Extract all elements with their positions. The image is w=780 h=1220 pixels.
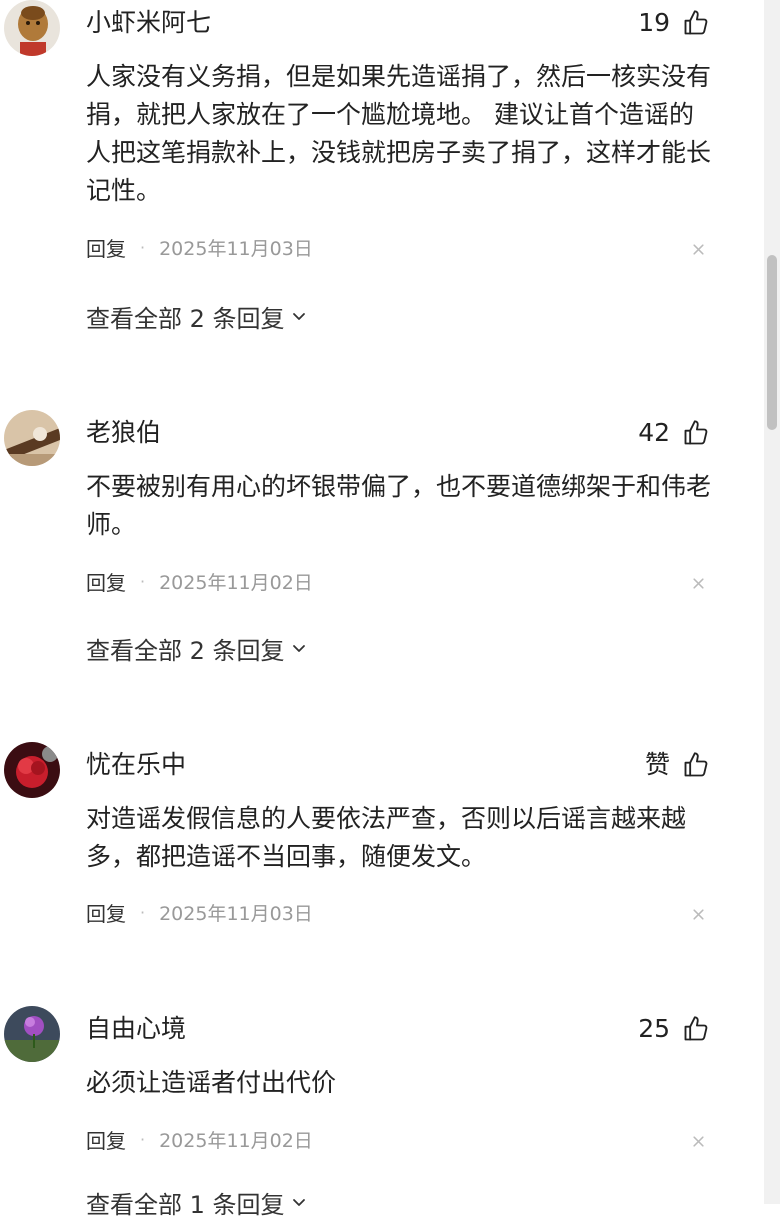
comment-meta: 回复 · 2025年11月03日 <box>86 897 313 927</box>
separator-dot: · <box>140 902 146 922</box>
comment-date: 2025年11月02日 <box>159 1129 313 1152</box>
like-button[interactable]: 赞 <box>645 748 710 782</box>
chevron-down-icon <box>292 645 305 652</box>
close-icon[interactable] <box>688 234 708 264</box>
comment-meta: 回复 · 2025年11月02日 <box>86 1124 313 1154</box>
like-label: 赞 <box>644 750 670 779</box>
like-count: 25 <box>638 1014 670 1043</box>
username[interactable]: 小虾米阿七 <box>86 6 211 40</box>
close-icon[interactable] <box>688 1126 708 1156</box>
close-icon[interactable] <box>688 899 708 929</box>
comment-date: 2025年11月03日 <box>159 237 313 260</box>
comment-text: 不要被别有用心的坏银带偏了，也不要道德绑架于和伟老师。 <box>86 472 712 539</box>
thumbs-up-icon[interactable] <box>682 9 710 37</box>
view-all-replies-button[interactable]: 查看全部 1 条回复 <box>86 1186 309 1219</box>
reply-button[interactable]: 回复 <box>86 1125 126 1154</box>
separator-dot: · <box>140 571 146 591</box>
thumbs-up-icon[interactable] <box>682 419 710 447</box>
username[interactable]: 忧在乐中 <box>86 748 186 782</box>
thumbs-up-icon[interactable] <box>682 1015 710 1043</box>
username[interactable]: 老狼伯 <box>86 416 161 450</box>
purple-flower-avatar[interactable] <box>4 1006 60 1062</box>
comment-text: 人家没有义务捐，但是如果先造谣捐了，然后一核实没有捐，就把人家放在了一个尴尬境地… <box>86 62 712 205</box>
view-all-replies-button[interactable]: 查看全部 2 条回复 <box>86 300 309 333</box>
like-count: 42 <box>638 418 670 447</box>
comment-text: 必须让造谣者付出代价 <box>86 1068 337 1097</box>
comment-meta: 回复 · 2025年11月02日 <box>86 566 313 596</box>
like-button[interactable]: 42 <box>638 416 710 450</box>
like-button[interactable]: 19 <box>638 6 710 40</box>
comment-item: 小虾米阿七 19 人家没有义务捐，但是如果先造谣捐了，然后一核实没有捐，就把人家… <box>0 0 760 345</box>
comment-text: 对造谣发假信息的人要依法严查，否则以后谣言越来越多，都把造谣不当回事，随便发文。 <box>86 804 687 871</box>
view-replies-label: 查看全部 2 条回复 <box>86 304 285 333</box>
comment-item: 自由心境 25 必须让造谣者付出代价 回复 · 2025年11月02日 查看全部… <box>0 1006 760 1219</box>
thumbs-up-icon[interactable] <box>682 751 710 779</box>
view-all-replies-button[interactable]: 查看全部 2 条回复 <box>86 632 309 665</box>
scrollbar-track[interactable] <box>764 0 780 1204</box>
comment-item: 老狼伯 42 不要被别有用心的坏银带偏了，也不要道德绑架于和伟老师。 回复 · … <box>0 410 760 680</box>
like-count: 19 <box>638 8 670 37</box>
hat-photo-avatar[interactable] <box>4 410 60 466</box>
chevron-down-icon <box>292 313 305 320</box>
close-icon[interactable] <box>688 568 708 598</box>
view-replies-label: 查看全部 1 条回复 <box>86 1190 285 1219</box>
comment-meta: 回复 · 2025年11月03日 <box>86 232 313 262</box>
comment-date: 2025年11月02日 <box>159 571 313 594</box>
view-replies-label: 查看全部 2 条回复 <box>86 636 285 665</box>
chevron-down-icon <box>292 1199 305 1206</box>
reply-button[interactable]: 回复 <box>86 567 126 596</box>
comment-item: 忧在乐中 赞 对造谣发假信息的人要依法严查，否则以后谣言越来越多，都把造谣不当回… <box>0 742 760 942</box>
red-flower-avatar[interactable] <box>4 742 60 798</box>
scrollbar-thumb[interactable] <box>767 255 777 430</box>
reply-button[interactable]: 回复 <box>86 898 126 927</box>
comment-date: 2025年11月03日 <box>159 902 313 925</box>
reply-button[interactable]: 回复 <box>86 233 126 262</box>
like-button[interactable]: 25 <box>638 1012 710 1046</box>
separator-dot: · <box>140 237 146 257</box>
separator-dot: · <box>140 1129 146 1149</box>
cartoon-face-avatar[interactable] <box>4 0 60 56</box>
username[interactable]: 自由心境 <box>86 1012 186 1046</box>
